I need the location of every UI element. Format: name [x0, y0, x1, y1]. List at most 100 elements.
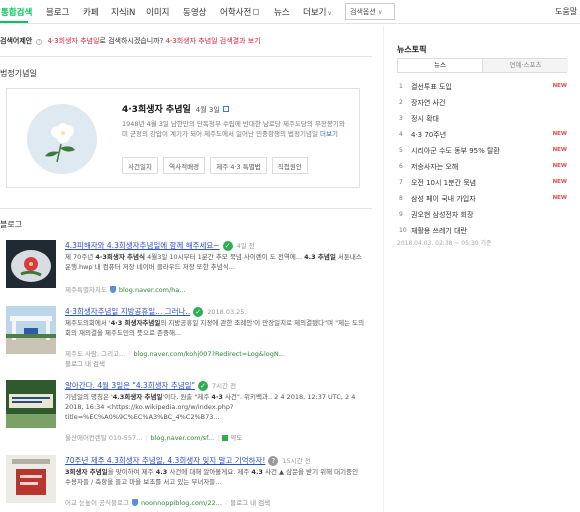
- tab-video[interactable]: 동영상: [183, 6, 206, 18]
- news-topic-text: 저승사자는 오해: [411, 163, 459, 171]
- rail-divider: [383, 26, 384, 512]
- tab-news[interactable]: 뉴스: [274, 6, 290, 18]
- help-icon[interactable]: ?: [36, 39, 43, 45]
- card-desc-text: 1948년 4월 3일 남한만의 단독정부 수립에 반대한 남로당 제주도당의 …: [122, 120, 345, 138]
- tab-entertainment-sports[interactable]: 연예·스포츠: [483, 59, 568, 72]
- chevron-down-icon: ∨: [378, 9, 383, 16]
- news-topic-text: 권오현 삼성전자 회장: [411, 211, 474, 219]
- blog-url[interactable]: noonnoppiblog.com/22...: [141, 499, 222, 507]
- blog-inner-search-link[interactable]: 블로그 내 검색: [65, 360, 105, 368]
- calendar-icon[interactable]: [222, 106, 229, 112]
- news-rank: 10: [399, 227, 407, 234]
- blog-title-link[interactable]: 알아간다. 4월 3일은 "4.3희생자 추념일": [65, 381, 195, 390]
- tab-kin[interactable]: 지식iN: [111, 6, 135, 18]
- blog-source: 제주특별자치도 blog.naver.com/ha...: [65, 284, 185, 294]
- blog-thumbnail[interactable]: [6, 380, 56, 428]
- new-badge: NEW: [552, 131, 567, 137]
- blog-source-name[interactable]: 제주도 사람, 그리고...: [65, 350, 125, 358]
- suggested-query[interactable]: 4·3희생자 추념일: [47, 37, 99, 45]
- chevron-down-icon: ∨: [327, 10, 332, 17]
- shield-icon: [109, 286, 116, 293]
- blog-result: 알아간다. 4월 3일은 "4.3희생자 추념일" ✓ 7시간 전 기념일의 명칭은…: [6, 380, 371, 442]
- blog-extra: 블로그 내 검색: [65, 358, 105, 368]
- blog-source-name[interactable]: 제주특별자치도: [65, 286, 107, 294]
- news-topic-text: 결선투표 도입: [411, 83, 452, 91]
- tag-direct-cause[interactable]: 직접원인: [271, 157, 308, 174]
- blog-snippet: 3희생자 추념일을 맞이하여 제주 4.3 사건에 대해 알아볼게요. 제주 4…: [65, 468, 359, 486]
- tab-label: 이미지: [146, 8, 170, 18]
- search-options-label: 검색옵션: [350, 8, 376, 16]
- tab-images[interactable]: 이미지: [146, 6, 169, 18]
- news-topic-item[interactable]: 5 시리아군 수도 동부 95% 탈환 NEW: [397, 144, 567, 160]
- tab-cafe[interactable]: 카페: [83, 6, 99, 18]
- blog-title-link[interactable]: 70주년 제주 4.3희생자 추념일, 4.3희생자 잊지 말고 기억하자!: [65, 456, 265, 465]
- check-icon: ✓: [222, 241, 233, 251]
- news-rank: 7: [399, 179, 403, 186]
- blog-snippet: 기념일의 명칭은 '4.3희생자 추념일'이다. 원출 "제주 4·3 사건".…: [65, 393, 356, 421]
- suggestion-text: 로 검색하시겠습니까?: [99, 37, 164, 45]
- blog-date: 4일 전: [236, 242, 255, 250]
- news-topic-title: 뉴스토픽: [397, 45, 427, 54]
- tag-background[interactable]: 역사적배경: [163, 157, 206, 174]
- news-topic-item[interactable]: 3 정시 확대: [397, 112, 567, 128]
- map-link-label: 약도: [230, 434, 243, 442]
- tab-dictionary[interactable]: 어학사전: [220, 6, 260, 18]
- banner-photo-icon: [6, 380, 56, 428]
- blog-thumbnail[interactable]: [6, 455, 56, 503]
- blog-thumbnail[interactable]: [6, 240, 56, 288]
- tag-special-law[interactable]: 제주 4·3 특별법: [210, 157, 267, 174]
- news-topic-item[interactable]: 8 삼성 페이 국내 가입자 NEW: [397, 192, 567, 208]
- news-rank: 9: [399, 211, 403, 218]
- suggestion-label: 검색어제안: [0, 37, 33, 45]
- blog-source-name[interactable]: 울산에어컨렌탈 010-557...: [65, 434, 142, 442]
- blog-snippet: 제주도의회에서 '4·3 희생자추념일의 지방공휴일 지정에 관한 조례안'이 …: [65, 319, 365, 337]
- news-topic-text: 오전 10시 1분간 묵념: [411, 179, 477, 187]
- card-date: 4월 3일: [195, 106, 220, 114]
- news-rank: 2: [399, 99, 403, 106]
- card-tags: 사건일지 역사적배경 제주 4·3 특별법 직접원인: [122, 157, 311, 174]
- blog-title-link[interactable]: 4.3피해자와 4.3희생자추념일에 함께 해주세요~: [65, 241, 220, 250]
- tab-blog[interactable]: 블로그: [46, 6, 69, 18]
- tab-label: 통합검색: [1, 8, 33, 18]
- news-topic-item[interactable]: 9 권오현 삼성전자 회장: [397, 208, 567, 224]
- blog-date: 7시간 전: [212, 382, 237, 390]
- blog-url[interactable]: blog.naver.com/kohj007?Redirect=Log&logN…: [133, 350, 284, 358]
- news-topic-item[interactable]: 6 저승사자는 오해 NEW: [397, 160, 567, 176]
- blog-inner-search-link[interactable]: 블로그 내 검색: [230, 499, 270, 507]
- blog-url[interactable]: blog.naver.com/ha...: [119, 286, 186, 294]
- tab-news-topic[interactable]: 뉴스: [398, 59, 483, 72]
- card-title[interactable]: 4·3희생자 추념일 4월 3일: [122, 102, 229, 115]
- news-topic-item[interactable]: 7 오전 10시 1분간 묵념 NEW: [397, 176, 567, 192]
- news-topic-text: 4·3 70주년: [411, 131, 447, 139]
- tab-label: 뉴스: [274, 8, 290, 18]
- news-rank: 4: [399, 131, 403, 138]
- help-link[interactable]: 도움말: [555, 6, 577, 17]
- blog-url[interactable]: blog.naver.com/sf...: [151, 434, 215, 442]
- news-topic-item[interactable]: 4 4·3 70주년 NEW: [397, 128, 567, 144]
- news-rank: 8: [399, 195, 403, 202]
- blog-snippet: 제 70주년 4·3희생자 추념식 4월3일 10시부터 1분간 추모 묵념 사…: [65, 253, 362, 271]
- tab-label: 블로그: [46, 8, 70, 18]
- map-link[interactable]: 약도: [222, 434, 242, 442]
- camellia-photo-icon: [6, 240, 56, 288]
- new-badge: NEW: [552, 83, 567, 89]
- news-topic-item[interactable]: 1 결선투표 도입 NEW: [397, 80, 567, 96]
- news-topic-tabs: 뉴스 연예·스포츠: [397, 58, 568, 73]
- blog-source-name[interactable]: 어교 눈높이 공식블로그: [65, 499, 129, 507]
- news-rank: 1: [399, 83, 403, 90]
- tab-integrated[interactable]: 통합검색: [1, 6, 32, 18]
- blog-title-link[interactable]: 4·3희생자추념일 지방공휴일... 그러나..: [65, 307, 190, 316]
- blog-title: 70주년 제주 4.3희생자 추념일, 4.3희생자 잊지 말고 기억하자!? 1…: [65, 455, 311, 466]
- tab-more[interactable]: 더보기∨: [303, 6, 332, 18]
- blog-result: 4.3피해자와 4.3희생자추념일에 함께 해주세요~ ✓ 4일 전 제 70주년 …: [6, 240, 371, 300]
- separator: |: [224, 499, 228, 507]
- blog-thumbnail[interactable]: [6, 306, 56, 354]
- separator: |: [217, 434, 220, 442]
- news-topic-text: 시리아군 수도 동부 95% 탈환: [411, 147, 500, 155]
- divider: [0, 56, 372, 57]
- suggestion-link[interactable]: 4·3희생자 추념일 검색결과 보기: [166, 37, 261, 45]
- tag-timeline[interactable]: 사건일지: [122, 157, 158, 174]
- news-topic-item[interactable]: 2 장자연 사건: [397, 96, 567, 112]
- search-options-button[interactable]: 검색옵션 ∨: [345, 3, 395, 20]
- card-more-link[interactable]: 더보기: [320, 130, 338, 138]
